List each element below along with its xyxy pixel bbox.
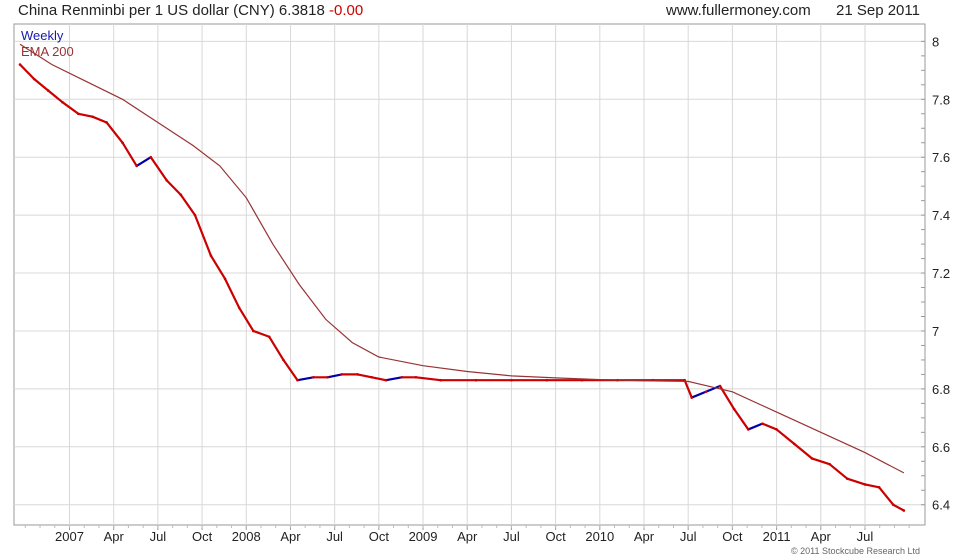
- y-tick-label: 7: [932, 324, 939, 339]
- x-tick-label: Apr: [280, 529, 301, 544]
- x-tick-label: Oct: [369, 529, 390, 544]
- x-tick-label: Oct: [722, 529, 743, 544]
- weekly-point: [135, 164, 138, 168]
- x-tick-label: 2011: [763, 529, 791, 544]
- x-tick-label: Apr: [104, 529, 125, 544]
- weekly-point: [439, 378, 443, 382]
- weekly-point: [179, 193, 183, 197]
- copyright: © 2011 Stockcube Research Ltd: [791, 546, 921, 556]
- price-chart: 6.4 6.6 6.8 7 7.2 7.4 7.6 7.8 8 2007 Apr Jul Oct 2008…: [13, 23, 950, 544]
- weekly-point: [237, 306, 241, 310]
- x-tick-label: Jul: [326, 529, 343, 544]
- weekly-point: [761, 422, 764, 425]
- weekly-point: [326, 376, 329, 379]
- weekly-point: [193, 213, 197, 217]
- weekly-point: [877, 486, 881, 489]
- y-tick-label: 6.6: [932, 440, 950, 455]
- weekly-point: [356, 373, 359, 376]
- x-tick-label: 2008: [232, 529, 261, 544]
- weekly-point: [690, 396, 694, 399]
- x-tick-label: Jul: [150, 529, 167, 544]
- x-tick-label: Oct: [192, 529, 213, 544]
- x-tick-label: Apr: [457, 529, 478, 544]
- weekly-point: [891, 503, 895, 507]
- weekly-point: [282, 358, 285, 362]
- weekly-point: [828, 462, 831, 466]
- weekly-point: [370, 376, 374, 379]
- weekly-point: [91, 115, 94, 118]
- weekly-point: [18, 63, 22, 66]
- y-tick-label: 8: [932, 34, 939, 49]
- weekly-point: [902, 509, 906, 512]
- weekly-point: [77, 112, 80, 116]
- weekly-point: [384, 378, 388, 382]
- weekly-point: [149, 155, 153, 159]
- y-tick-label: 6.8: [932, 382, 950, 397]
- weekly-point: [32, 77, 36, 81]
- x-tick-label: 2007: [55, 529, 84, 544]
- weekly-point: [718, 384, 722, 388]
- weekly-point: [252, 329, 255, 333]
- weekly-point: [510, 378, 513, 382]
- weekly-point: [46, 89, 50, 92]
- x-tick-label: Oct: [546, 529, 567, 544]
- weekly-point: [474, 378, 478, 382]
- x-tick-label: 2010: [585, 529, 614, 544]
- weekly-point: [400, 376, 404, 379]
- y-tick-label: 7.4: [932, 208, 950, 223]
- y-tick-label: 6.4: [932, 498, 950, 513]
- weekly-point: [165, 179, 169, 182]
- x-tick-label: Apr: [634, 529, 655, 544]
- y-tick-label: 7.8: [932, 92, 950, 107]
- weekly-point: [223, 277, 227, 281]
- x-tick-label: Jul: [680, 529, 697, 544]
- x-tick-label: Jul: [503, 529, 520, 544]
- weekly-point: [732, 407, 736, 411]
- legend-label: EMA 200: [21, 44, 74, 59]
- weekly-point: [845, 477, 849, 480]
- weekly-point: [312, 376, 315, 379]
- weekly-point: [863, 483, 867, 486]
- weekly-point: [267, 335, 271, 339]
- x-tick-label: 2009: [409, 529, 438, 544]
- weekly-point: [105, 121, 108, 124]
- weekly-point: [704, 390, 708, 394]
- legend-label: Weekly: [21, 28, 64, 43]
- weekly-point: [792, 442, 796, 446]
- x-tick-label: Apr: [811, 529, 832, 544]
- weekly-point: [340, 373, 344, 376]
- x-tick-label: Jul: [857, 529, 874, 544]
- weekly-point: [746, 428, 750, 431]
- weekly-point: [775, 428, 778, 431]
- weekly-point: [414, 376, 418, 379]
- weekly-point: [121, 141, 124, 145]
- weekly-point: [209, 254, 213, 257]
- y-tick-label: 7.2: [932, 266, 950, 281]
- y-tick-label: 7.6: [932, 150, 950, 165]
- weekly-point: [296, 378, 299, 382]
- weekly-point: [61, 100, 64, 104]
- weekly-point: [545, 378, 549, 382]
- weekly-point: [810, 457, 814, 460]
